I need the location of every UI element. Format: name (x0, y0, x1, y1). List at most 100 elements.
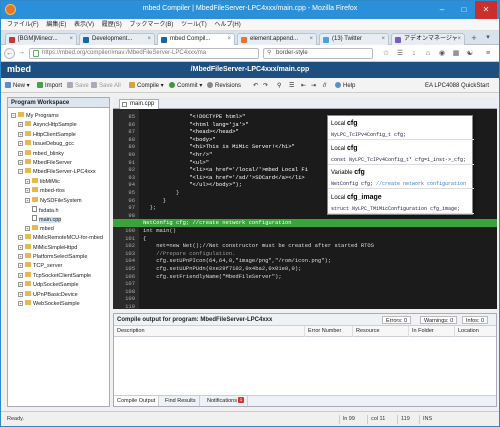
expand-toggle-icon[interactable]: − (18, 169, 23, 175)
tree-folder[interactable]: + UPnPBasicDevice (18, 290, 78, 299)
minimize-icon[interactable]: – (431, 1, 453, 19)
errors-badge[interactable]: Errors: 0 (382, 316, 412, 324)
expand-toggle-icon[interactable]: + (18, 122, 23, 128)
expand-toggle-icon[interactable]: + (25, 178, 30, 184)
save-all-button[interactable]: Save All (91, 81, 121, 91)
column-in-folder[interactable]: In Folder (408, 326, 454, 337)
menu-file[interactable]: ファイル(F) (7, 19, 39, 31)
star-icon[interactable]: ☆ (381, 49, 391, 59)
tree-folder[interactable]: − My Programs (11, 112, 59, 120)
expand-toggle-icon[interactable]: + (18, 291, 23, 297)
tree-file[interactable]: main.cpp (25, 215, 62, 224)
save-button[interactable]: Save (67, 81, 89, 91)
column-resource[interactable]: Resource (352, 326, 408, 337)
browser-tab[interactable]: element.append... × (237, 33, 317, 45)
pocket-icon[interactable]: ◉ (437, 49, 447, 59)
symbol-declaration-row[interactable]: NetConfig cfg; //create network configur… (328, 179, 474, 189)
tab-find-results[interactable]: Find Results (162, 396, 200, 406)
tree-folder[interactable]: + NySDFileSystem (25, 196, 82, 205)
expand-toggle-icon[interactable]: + (18, 244, 23, 250)
new-button[interactable]: New ▾ (5, 81, 30, 91)
maximize-icon[interactable]: □ (453, 1, 475, 19)
tree-folder[interactable]: + MbedFileServer (18, 159, 72, 167)
menu-history[interactable]: 履歴(S) (102, 19, 122, 31)
tab-close-icon[interactable]: × (227, 34, 231, 45)
expand-toggle-icon[interactable]: + (18, 131, 23, 137)
column-description[interactable]: Description (114, 326, 304, 337)
tab-compile-output[interactable]: Compile Output (114, 396, 160, 406)
browser-tab[interactable]: アデオンマネージャ × (391, 33, 465, 45)
expand-toggle-icon[interactable]: + (25, 197, 30, 203)
menu-icon[interactable]: ≡ (483, 49, 493, 59)
redo-icon[interactable]: ↷ (263, 81, 268, 91)
column-error-number[interactable]: Error Number (304, 326, 352, 337)
compile-button[interactable]: Compile ▾ (129, 81, 164, 91)
expand-toggle-icon[interactable]: + (25, 225, 30, 231)
tree-folder[interactable]: + MiMicRemoteMCU-for-mbed (18, 234, 103, 242)
close-icon[interactable]: ✕ (475, 1, 497, 19)
symbol-kind-row[interactable]: Local cfg (328, 118, 474, 130)
tree-folder[interactable]: + MiMicSimpleHttpd (18, 243, 77, 252)
commit-button[interactable]: Commit ▾ (169, 81, 202, 91)
board-selector[interactable]: EA LPC4088 QuickStart (425, 81, 489, 91)
menu-tools[interactable]: ツール(T) (181, 19, 207, 31)
outdent-icon[interactable]: ⇥ (311, 81, 316, 91)
browser-tab[interactable]: [BGM]Minecr... × (5, 33, 77, 45)
warnings-badge[interactable]: Warnings: 0 (420, 316, 458, 324)
tree-folder[interactable]: + WebSocketSample (18, 300, 80, 308)
tree-folder[interactable]: + mbed (25, 224, 54, 233)
tree-folder[interactable]: + AsyncHttpSample (18, 121, 77, 129)
browser-tab[interactable]: Development... × (79, 33, 155, 45)
expand-toggle-icon[interactable]: + (18, 254, 23, 259)
browser-tab[interactable]: (13) Twitter × (319, 33, 389, 45)
undo-icon[interactable]: ↶ (253, 81, 258, 91)
expand-toggle-icon[interactable]: + (18, 235, 23, 241)
comment-icon[interactable]: // (323, 81, 326, 91)
menu-edit[interactable]: 編集(E) (46, 19, 66, 31)
bookmarks-icon[interactable]: ☰ (395, 49, 405, 59)
indent-icon[interactable]: ⇤ (301, 81, 306, 91)
find-icon[interactable]: ⚲ (277, 81, 281, 91)
expand-toggle-icon[interactable]: + (18, 160, 23, 165)
tree-folder[interactable]: + mbed-rtos (25, 187, 65, 195)
tab-close-icon[interactable]: × (381, 34, 385, 45)
tree-folder[interactable]: + TcpSocketClientSample (18, 271, 91, 280)
expand-toggle-icon[interactable]: + (18, 282, 23, 288)
expand-toggle-icon[interactable]: + (25, 188, 30, 194)
symbol-declaration-row[interactable]: const NyLPC_TcIPv4Config_t* cfg=i_inst->… (328, 155, 474, 165)
revisions-button[interactable]: Revisions (207, 81, 241, 91)
tree-folder[interactable]: + libMiMic (25, 177, 60, 186)
infos-badge[interactable]: Infos: 0 (462, 316, 489, 324)
addon-icon[interactable]: ▦ (451, 49, 461, 59)
help-button[interactable]: Help (335, 81, 355, 91)
tab-close-icon[interactable]: × (309, 34, 313, 45)
tree-folder[interactable]: + UdpSocketSample (18, 281, 79, 289)
home-icon[interactable]: ⌂ (423, 49, 433, 59)
tree-folder[interactable]: + mbed_blinky (18, 149, 64, 158)
tab-close-icon[interactable]: × (457, 34, 461, 45)
expand-toggle-icon[interactable]: + (18, 263, 23, 269)
expand-toggle-icon[interactable]: + (18, 272, 23, 278)
url-bar[interactable]: https://mbed.org/compiler/#nav:/MbedFile… (29, 48, 259, 59)
sync-icon[interactable]: ☯ (465, 49, 475, 59)
symbol-kind-row[interactable]: Local cfg (328, 143, 474, 155)
tree-folder[interactable]: + HttpClientSample (18, 130, 76, 139)
tab-close-icon[interactable]: × (147, 34, 151, 45)
expand-toggle-icon[interactable]: + (18, 301, 23, 306)
symbol-declaration-row[interactable]: struct NyLPC_TMiMicConfiguration cfg_ima… (328, 204, 474, 214)
download-icon[interactable]: ↓ (409, 49, 419, 59)
menu-view[interactable]: 表示(V) (74, 19, 94, 31)
tree-file[interactable]: fsdata.h (25, 206, 59, 214)
symbol-kind-row[interactable]: Local cfg_image (328, 192, 474, 204)
tree-folder[interactable]: + IssueDebug_gcc (18, 140, 74, 148)
back-icon[interactable]: ← (4, 48, 15, 59)
column-location[interactable]: Location (454, 326, 496, 337)
expand-toggle-icon[interactable]: − (11, 113, 16, 118)
tree-folder[interactable]: + TCP_server (18, 262, 62, 270)
import-button[interactable]: Import (37, 81, 62, 91)
format-icon[interactable]: ☰ (289, 81, 294, 91)
tab-list-icon[interactable]: ▾ (483, 33, 493, 43)
symbol-declaration-row[interactable]: NyLPC_TcIPv4Config_t cfg; (328, 130, 474, 140)
expand-toggle-icon[interactable]: + (18, 150, 23, 156)
tree-folder[interactable]: + PlatformSelectSample (18, 253, 87, 261)
